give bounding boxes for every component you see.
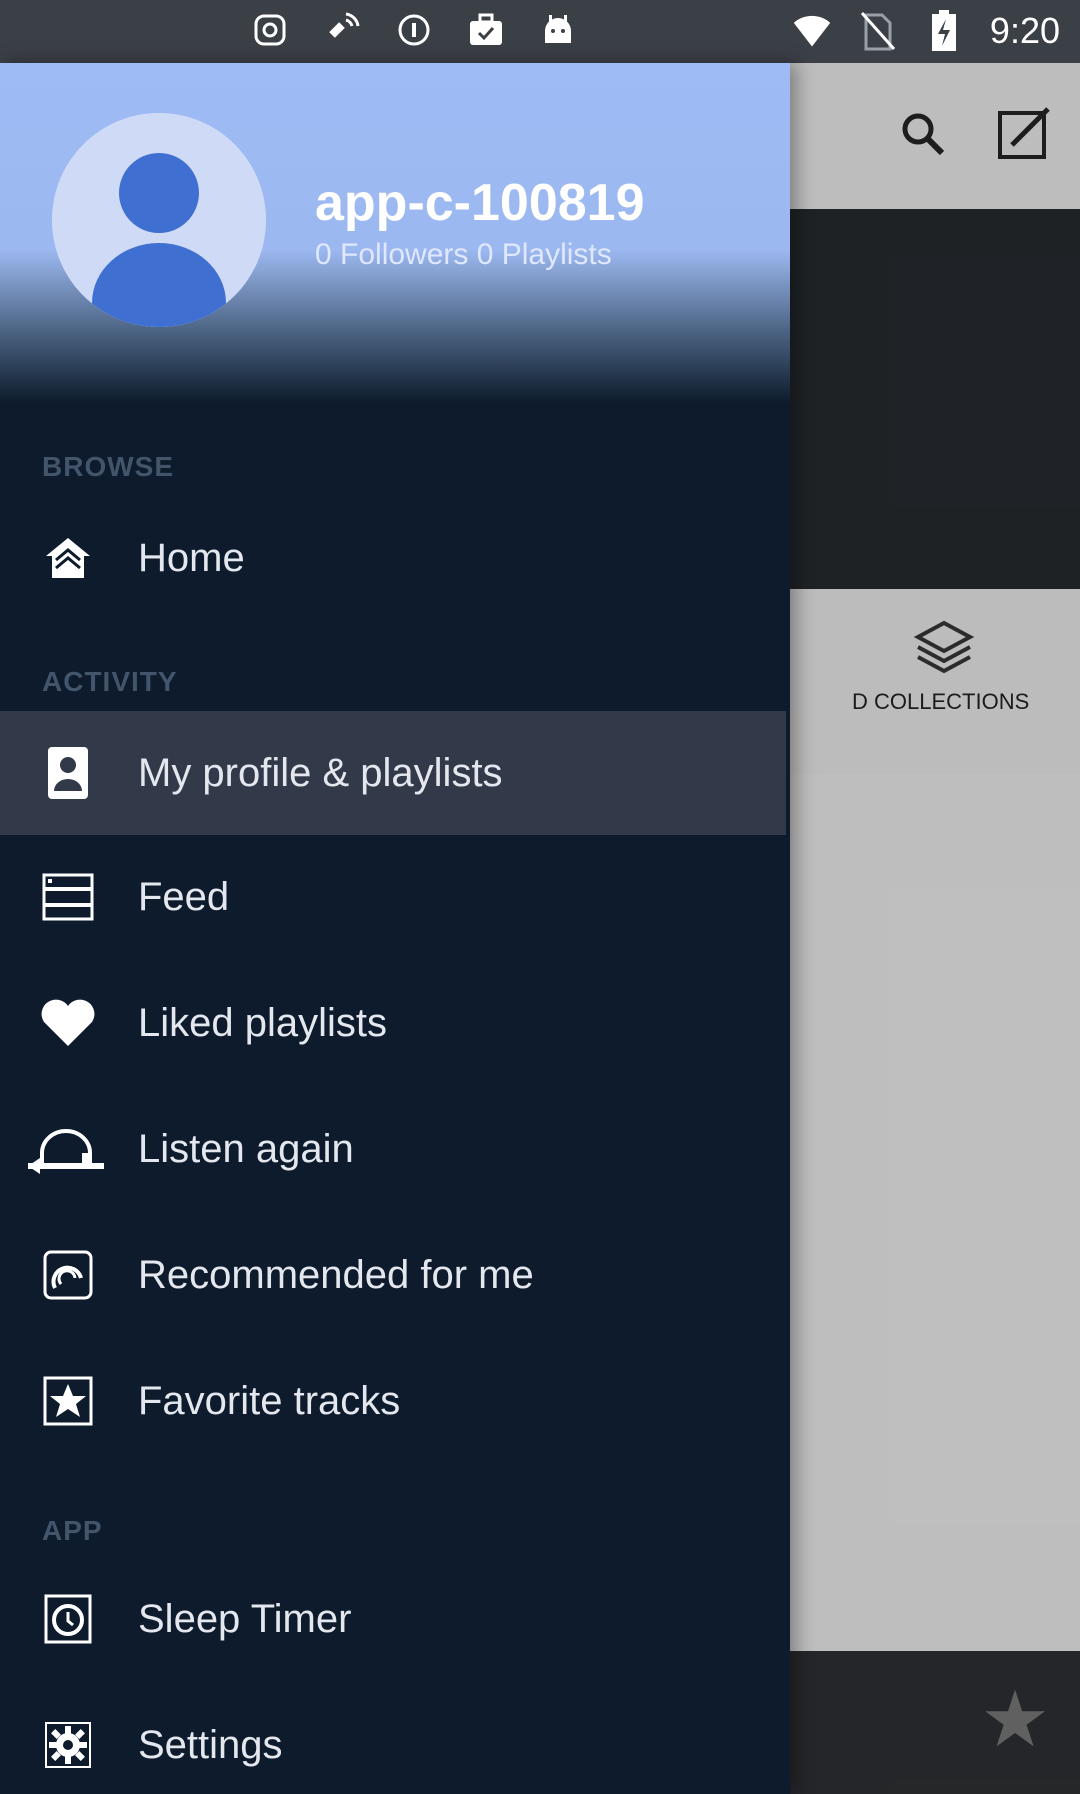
drawer-item-label: Sleep Timer bbox=[138, 1596, 352, 1641]
recommend-icon bbox=[40, 1247, 96, 1303]
instagram-icon bbox=[250, 10, 290, 50]
drawer-item-label: Home bbox=[138, 535, 245, 580]
list-icon bbox=[40, 869, 96, 925]
alarm-clock-icon bbox=[40, 1591, 96, 1647]
drawer-item-profile[interactable]: My profile & playlists bbox=[0, 711, 786, 835]
section-activity: ACTIVITY bbox=[42, 666, 178, 697]
replay-headphones-icon bbox=[26, 1121, 106, 1177]
drawer-item-label: Liked playlists bbox=[138, 1000, 388, 1045]
drawer-item-home[interactable]: Home bbox=[0, 496, 786, 620]
navigation-drawer: app-c-100819 0 Followers 0 Playlists BRO… bbox=[0, 63, 790, 1794]
status-bar-notifications bbox=[250, 10, 578, 50]
android-icon bbox=[538, 10, 578, 50]
drawer-item-label: Settings bbox=[138, 1722, 283, 1767]
person-icon bbox=[40, 745, 96, 801]
battery-charging-icon bbox=[924, 10, 964, 51]
drawer-item-settings[interactable]: Settings bbox=[0, 1683, 786, 1794]
drawer-item-feed[interactable]: Feed bbox=[0, 835, 786, 959]
info-icon bbox=[394, 10, 434, 50]
section-app: APP bbox=[42, 1515, 103, 1546]
drawer-item-favorite-tracks[interactable]: Favorite tracks bbox=[0, 1339, 786, 1463]
drawer-item-label: Favorite tracks bbox=[138, 1378, 401, 1423]
drawer-item-liked-playlists[interactable]: Liked playlists bbox=[0, 961, 786, 1085]
wifi-icon bbox=[792, 11, 832, 51]
drawer-item-label: Listen again bbox=[138, 1126, 354, 1171]
drawer-header: app-c-100819 0 Followers 0 Playlists bbox=[0, 63, 790, 403]
drawer-item-label: Recommended for me bbox=[138, 1252, 534, 1297]
gear-icon bbox=[40, 1717, 96, 1773]
drawer-item-listen-again[interactable]: Listen again bbox=[0, 1087, 786, 1211]
avatar-icon[interactable] bbox=[52, 113, 266, 327]
drawer-item-label: Feed bbox=[138, 874, 230, 919]
star-icon bbox=[40, 1373, 96, 1429]
briefcase-icon bbox=[466, 10, 506, 50]
drawer-item-label: My profile & playlists bbox=[138, 750, 503, 795]
status-bar-system: 9:20 bbox=[792, 10, 1060, 52]
heart-icon bbox=[40, 995, 96, 1051]
clock: 9:20 bbox=[989, 10, 1060, 51]
section-browse: BROWSE bbox=[42, 451, 174, 482]
drawer-item-recommended[interactable]: Recommended for me bbox=[0, 1213, 786, 1337]
satellite-icon bbox=[322, 10, 362, 50]
status-bar: 9:20 bbox=[0, 0, 1080, 63]
drawer-item-sleep-timer[interactable]: Sleep Timer bbox=[0, 1557, 786, 1681]
no-sim-icon bbox=[858, 11, 898, 51]
user-stats: 0 Followers 0 Playlists bbox=[315, 238, 612, 271]
home-icon bbox=[40, 530, 96, 586]
username: app-c-100819 bbox=[315, 174, 645, 232]
